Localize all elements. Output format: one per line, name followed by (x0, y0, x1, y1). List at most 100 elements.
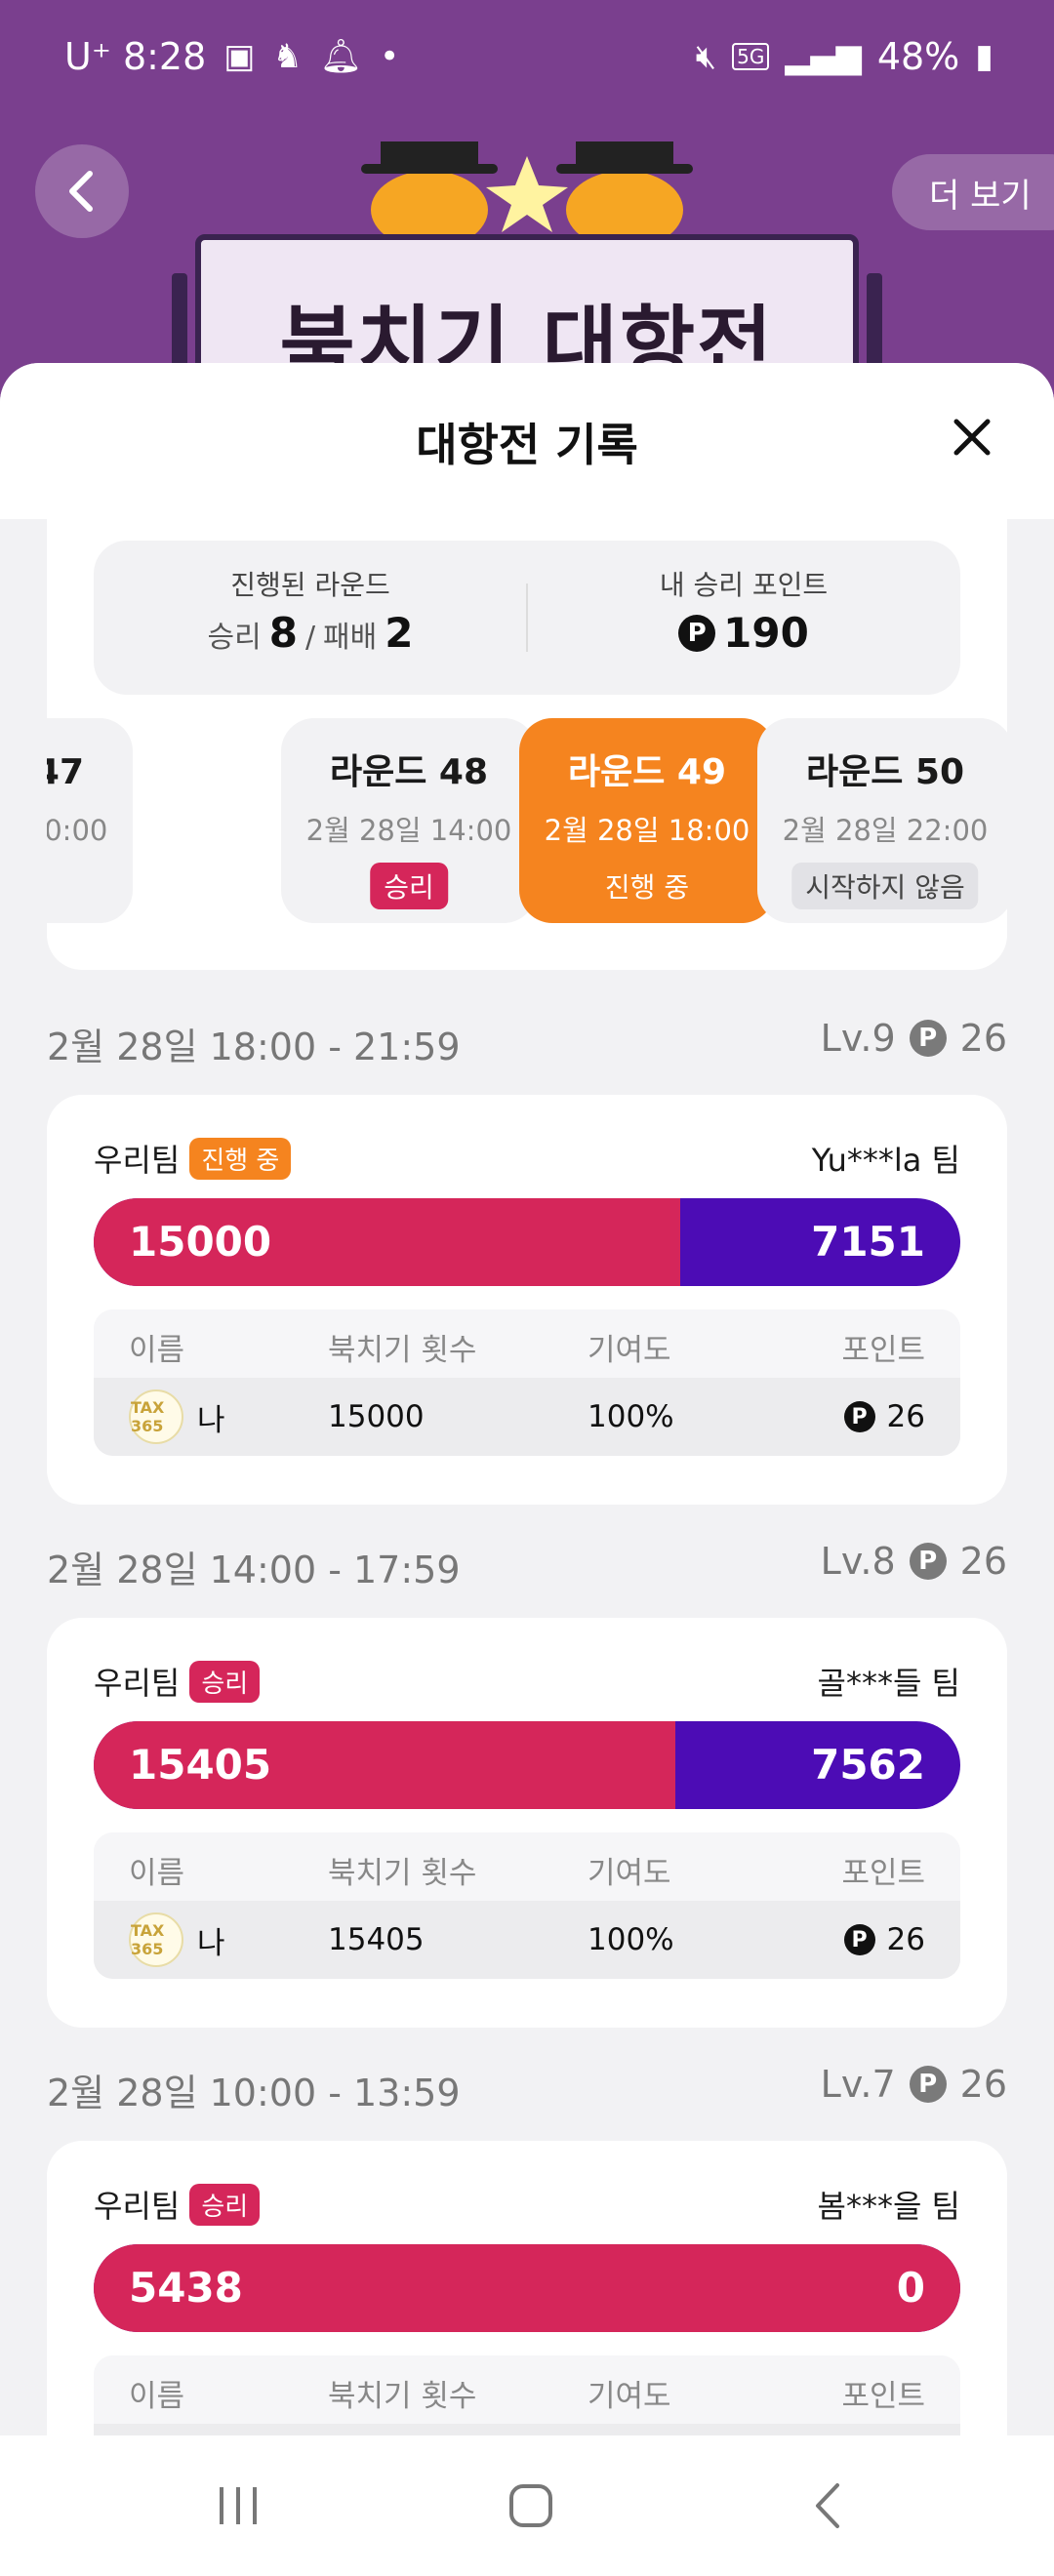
member-count: 15405 (328, 1922, 425, 1957)
avatar: TAX 365 (129, 1389, 183, 1444)
round-status-badge: 승리 (370, 863, 448, 909)
my-score: 5438 (129, 2264, 243, 2312)
col-points: 포인트 (841, 2379, 925, 2414)
system-nav-bar (0, 2435, 1054, 2576)
col-points: 포인트 (841, 1856, 925, 1891)
dot-icon: • (380, 37, 400, 76)
round-name: 라운드 47 (47, 752, 84, 792)
home-icon (509, 2484, 552, 2527)
match-meta: Lv.9 P 26 (821, 1017, 1007, 1060)
opponent-team-label: Yu***la 팀 (811, 1142, 960, 1179)
status-bar: U⁺ 8:28 ▣ ♞ 🔔︎ • 🔇︎ 5G ▂▄▆ 48% ▮ (0, 0, 1054, 117)
contribution-table: 이름 북치기 횟수 기여도 포인트 TAX 365 나 15405 100% P 26 (94, 1832, 960, 1979)
status-time: U⁺ 8:28 (64, 35, 207, 78)
my-team-label: 우리팀 (94, 2188, 181, 2225)
rabbit-icon: ♞ (272, 37, 303, 76)
sheet-title: 대항전 기록 (416, 419, 638, 471)
summary-card: 진행된 라운드 승리 8 / 패배 2 내 승리 포인트 P 190 (94, 541, 960, 695)
match-card: 우리팀 승리 골***들 팀 15405 7562 이름 북치기 횟수 기여도 포인트 TAX 3… (47, 1618, 1007, 2028)
col-count: 북치기 횟수 (328, 1333, 477, 1368)
avatar: TAX 365 (129, 1912, 183, 1967)
match-time-range: 2월 28일 18:00 - 21:59 (47, 1026, 461, 1068)
match-level: Lv.9 (820, 1017, 896, 1060)
match-meta: Lv.8 P 26 (821, 1540, 1007, 1583)
home-button[interactable] (492, 2476, 570, 2535)
score-bar: 15000 7151 (94, 1198, 960, 1286)
member-cell: TAX 365 나 (129, 1389, 225, 1444)
round-name: 라운드 48 (330, 752, 488, 792)
round-card[interactable]: 라운드 49 2월 28일 18:00 진행 중 (519, 718, 775, 923)
col-contrib: 기여도 (588, 1333, 671, 1368)
round-status-badge: 시작하지 않음 (791, 863, 979, 909)
match-points: 26 (959, 1540, 1007, 1583)
battery-icon: ▮ (975, 37, 993, 76)
score-bar: 15405 7562 (94, 1721, 960, 1809)
point-icon: P (909, 2066, 947, 2103)
table-header: 이름 북치기 횟수 기여도 포인트 (94, 1309, 960, 1378)
match-teams-row: 우리팀 승리 봄***을 팀 (94, 2182, 960, 2226)
table-header: 이름 북치기 횟수 기여도 포인트 (94, 1832, 960, 1901)
score-bar: 5438 0 (94, 2244, 960, 2332)
point-icon: P (843, 1924, 875, 1955)
opponent-team-label: 골***들 팀 (817, 1665, 961, 1702)
nav-back-button[interactable] (789, 2476, 867, 2535)
event-banner: 북치기 대항전 (156, 141, 898, 429)
match-status-badge: 승리 (189, 2183, 261, 2226)
match-teams-row: 우리팀 진행 중 Yu***la 팀 (94, 1136, 960, 1180)
col-name: 이름 (129, 2379, 185, 2414)
opponent-score: 0 (896, 2264, 925, 2312)
match-points: 26 (959, 2063, 1007, 2106)
table-header: 이름 북치기 횟수 기여도 포인트 (94, 2355, 960, 2424)
match-level: Lv.7 (820, 2063, 896, 2106)
opponent-score: 7151 (811, 1218, 925, 1266)
recent-apps-button[interactable] (199, 2476, 277, 2535)
member-points-cell: P 26 (843, 1399, 925, 1434)
header-back-button[interactable] (35, 144, 129, 238)
battle-record-sheet: 대항전 기록 진행된 라운드 승리 8 / 패배 2 내 승리 포인트 P 19… (0, 363, 1054, 2576)
rounds-label: 진행된 라운드 (230, 569, 390, 601)
match-time-header: 2월 28일 10:00 - 13:59 Lv.7 P 26 (47, 2057, 1007, 2115)
opponent-score: 7562 (811, 1741, 925, 1789)
recent-apps-icon (220, 2487, 257, 2524)
points-value-row: P 190 (527, 609, 960, 657)
col-name: 이름 (129, 1856, 185, 1891)
battery-level: 48% (876, 35, 960, 78)
col-contrib: 기여도 (588, 2379, 671, 2414)
round-card[interactable]: 라운드 48 2월 28일 14:00 승리 (281, 718, 537, 923)
table-row: TAX 365 나 15405 100% P 26 (94, 1901, 960, 1979)
member-contrib: 100% (588, 1922, 674, 1957)
match-time-header: 2월 28일 14:00 - 17:59 Lv.8 P 26 (47, 1534, 1007, 1592)
signal-icon: ▂▄▆ (785, 37, 862, 76)
summary-section: 진행된 라운드 승리 8 / 패배 2 내 승리 포인트 P 190 라운드 4… (47, 519, 1007, 970)
round-card[interactable]: 라운드 50 2월 28일 22:00 시작하지 않음 (757, 718, 1007, 923)
sheet-header: 대항전 기록 (0, 363, 1054, 519)
contribution-table: 이름 북치기 횟수 기여도 포인트 TAX 365 나 15000 100% P 26 (94, 1309, 960, 1456)
round-selector[interactable]: 라운드 47 2월 28일 10:00 승리 라운드 48 2월 28일 14:00 승리… (47, 718, 1007, 923)
col-contrib: 기여도 (588, 1856, 671, 1891)
win-count: 8 (268, 609, 298, 657)
round-date: 2월 28일 22:00 (782, 814, 989, 847)
round-card[interactable]: 라운드 472월 28일 10:00승리 (47, 718, 133, 923)
match-time-header: 2월 28일 18:00 - 21:59 Lv.9 P 26 (47, 1011, 1007, 1069)
mute-icon: 🔇︎ (695, 37, 717, 76)
points-value: 190 (723, 609, 809, 657)
my-team: 우리팀 승리 (94, 2182, 261, 2227)
point-icon: P (678, 614, 716, 652)
close-button[interactable] (943, 408, 1001, 466)
table-row: TAX 365 나 15000 100% P 26 (94, 1378, 960, 1456)
member-points: 26 (886, 1399, 925, 1434)
win-label: 승리 (207, 621, 262, 655)
more-button[interactable]: 더 보기 (892, 154, 1054, 230)
member-name: 나 (197, 1402, 225, 1438)
mascot-illustration (361, 141, 693, 234)
lose-count: 2 (385, 609, 414, 657)
match-meta: Lv.7 P 26 (821, 2063, 1007, 2106)
opponent-team-label: 봄***을 팀 (817, 2188, 961, 2225)
record-separator: / (304, 621, 316, 655)
match-status-badge: 진행 중 (189, 1137, 292, 1180)
round-status-badge: 진행 중 (604, 871, 690, 904)
match-points: 26 (959, 1017, 1007, 1060)
bell-icon: 🔔︎ (319, 37, 363, 76)
points-label: 내 승리 포인트 (659, 569, 829, 601)
my-team: 우리팀 승리 (94, 1659, 261, 1704)
